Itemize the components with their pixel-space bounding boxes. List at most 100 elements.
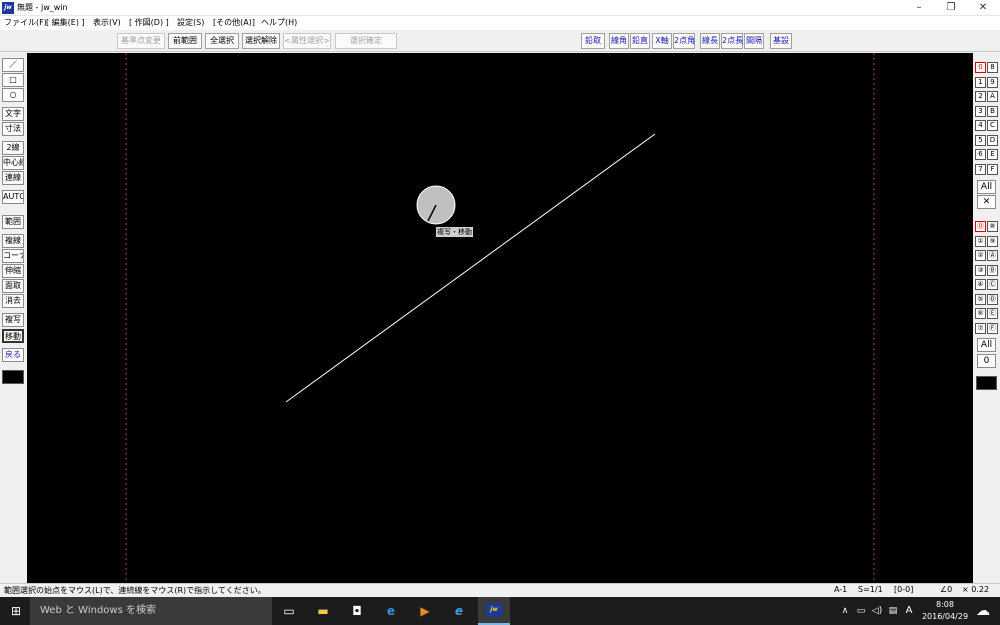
jw-cad-taskbar-button[interactable]: jw bbox=[478, 597, 510, 625]
x-axis-button[interactable]: X軸 bbox=[652, 33, 672, 49]
tool-continuous-line[interactable]: 連線 bbox=[2, 171, 24, 185]
tool-line[interactable]: ／ bbox=[2, 58, 24, 72]
clock-date[interactable]: 2016/04/29 bbox=[920, 612, 970, 621]
layer-zero-button[interactable]: 0 bbox=[977, 354, 996, 368]
task-view-icon[interactable]: ▭ bbox=[280, 602, 298, 620]
close-button[interactable]: ✕ bbox=[968, 0, 998, 16]
layer-button-4[interactable]: ② bbox=[975, 250, 986, 261]
layer-cross-button[interactable]: ✕ bbox=[977, 195, 996, 209]
drawn-line[interactable] bbox=[285, 133, 656, 403]
tool-copy[interactable]: 複写 bbox=[2, 313, 24, 327]
tool-circle[interactable]: ○ bbox=[2, 88, 24, 102]
layer-group-button-14[interactable]: 7 bbox=[975, 163, 986, 175]
layer-group-button-3[interactable]: 9 bbox=[987, 76, 998, 88]
prev-range-button[interactable]: 前範囲 bbox=[168, 33, 202, 49]
menu-help[interactable]: ヘルプ(H) bbox=[261, 17, 297, 28]
tool-text[interactable]: 文字 bbox=[2, 107, 24, 121]
tool-corner[interactable]: コーナー bbox=[2, 249, 24, 263]
status-layer[interactable]: [0-0] bbox=[894, 585, 913, 594]
layer-button-3[interactable]: ⑨ bbox=[987, 235, 998, 247]
tool-stretch[interactable]: 伸縮 bbox=[2, 264, 24, 278]
menu-settings[interactable]: 設定(S) bbox=[177, 17, 204, 28]
menu-edit[interactable]: [ 編集(E) ] bbox=[46, 17, 85, 28]
tool-offset[interactable]: 複線 bbox=[2, 234, 24, 248]
layer-group-button-9[interactable]: C bbox=[987, 120, 998, 131]
menu-view[interactable]: 表示(V) bbox=[93, 17, 121, 28]
tool-auto[interactable]: AUTO bbox=[2, 190, 24, 204]
minimize-button[interactable]: – bbox=[904, 0, 934, 16]
deselect-button[interactable]: 選択解除 bbox=[242, 33, 280, 49]
tool-center-line[interactable]: 中心線 bbox=[2, 156, 24, 170]
line-style-swatch[interactable] bbox=[2, 370, 24, 384]
layer-button-1[interactable]: ⑧ bbox=[987, 221, 998, 232]
two-point-angle-button[interactable]: 2点角 bbox=[673, 33, 695, 49]
drawing-canvas[interactable]: 複写・移動 bbox=[27, 53, 973, 583]
store-icon[interactable]: ◘ bbox=[348, 602, 366, 620]
windows-start-icon[interactable]: ⊞ bbox=[7, 602, 25, 620]
layer-button-15[interactable]: Ⓕ bbox=[987, 322, 998, 334]
layer-group-button-7[interactable]: B bbox=[987, 105, 998, 117]
line-angle-button[interactable]: 線角 bbox=[609, 33, 629, 49]
layer-all-button[interactable]: All bbox=[977, 180, 996, 194]
ime-indicator[interactable]: A bbox=[900, 602, 918, 620]
internet-explorer-icon[interactable]: e bbox=[450, 602, 468, 620]
layer-group-button-2[interactable]: 1 bbox=[975, 76, 986, 88]
layer-group-button-11[interactable]: D bbox=[987, 134, 998, 146]
attribute-select-button[interactable]: <属性選択> bbox=[283, 33, 331, 49]
base-setting-button[interactable]: 基設 bbox=[770, 33, 792, 49]
layer-group-button-15[interactable]: F bbox=[987, 163, 998, 175]
layer-button-6[interactable]: ③ bbox=[975, 264, 986, 276]
layer-button-9[interactable]: Ⓒ bbox=[987, 279, 998, 290]
menu-file[interactable]: ファイル(F) bbox=[4, 17, 47, 28]
snap-lead-button[interactable]: 鉛取 bbox=[581, 33, 605, 49]
layer-button-13[interactable]: Ⓔ bbox=[987, 308, 998, 319]
layer-group-button-4[interactable]: 2 bbox=[975, 91, 986, 102]
file-explorer-icon[interactable]: ▬ bbox=[314, 602, 332, 620]
layer-button-8[interactable]: ④ bbox=[975, 279, 986, 290]
layer-button-7[interactable]: Ⓑ bbox=[987, 264, 998, 276]
menu-other[interactable]: [その他(A)] bbox=[213, 17, 255, 28]
menu-draw[interactable]: [ 作図(D) ] bbox=[129, 17, 169, 28]
edge-icon[interactable]: e bbox=[382, 602, 400, 620]
layer-button-12[interactable]: ⑥ bbox=[975, 308, 986, 319]
taskbar-search-input[interactable]: Web と Windows を検索 bbox=[30, 597, 272, 625]
restore-button[interactable]: ❐ bbox=[936, 0, 966, 16]
select-all-button[interactable]: 全選択 bbox=[205, 33, 239, 49]
tool-range[interactable]: 範囲 bbox=[2, 215, 24, 229]
layer-group-button-8[interactable]: 4 bbox=[975, 120, 986, 131]
layer-button-11[interactable]: Ⓓ bbox=[987, 293, 998, 305]
layer-line-swatch[interactable] bbox=[976, 376, 997, 390]
status-scale[interactable]: S=1/1 bbox=[858, 585, 883, 594]
status-angle[interactable]: ∠0 bbox=[940, 585, 952, 594]
layer-group-button-5[interactable]: A bbox=[987, 91, 998, 102]
status-zoom[interactable]: × 0.22 bbox=[962, 585, 989, 594]
tool-double-line[interactable]: 2線 bbox=[2, 141, 24, 155]
layer-button-0[interactable]: ⓪ bbox=[975, 221, 986, 232]
layer-group-button-1[interactable]: 8 bbox=[987, 62, 998, 73]
tool-chamfer[interactable]: 面取 bbox=[2, 279, 24, 293]
clock-time[interactable]: 8:08 bbox=[920, 600, 970, 609]
interval-button[interactable]: 間隔 bbox=[744, 33, 764, 49]
tool-undo[interactable]: 戻る bbox=[2, 348, 24, 362]
layer-group-button-6[interactable]: 3 bbox=[975, 105, 986, 117]
tool-rectangle[interactable]: □ bbox=[2, 73, 24, 87]
base-point-button[interactable]: 基準点変更 bbox=[117, 33, 165, 49]
layer-group-button-0[interactable]: 0 bbox=[975, 62, 986, 73]
weather-cloud-icon[interactable]: ☁ bbox=[974, 602, 992, 620]
layer-button-2[interactable]: ① bbox=[975, 235, 986, 247]
status-paper[interactable]: A-1 bbox=[834, 585, 847, 594]
layer-group-button-12[interactable]: 6 bbox=[975, 149, 986, 160]
layer-button-14[interactable]: ⑦ bbox=[975, 322, 986, 334]
confirm-selection-button[interactable]: 選択確定 bbox=[335, 33, 397, 49]
layer-button-10[interactable]: ⑤ bbox=[975, 293, 986, 305]
tool-erase[interactable]: 消去 bbox=[2, 294, 24, 308]
media-player-icon[interactable]: ▶ bbox=[416, 602, 434, 620]
layer-button-5[interactable]: Ⓐ bbox=[987, 250, 998, 261]
line-length-button[interactable]: 線長 bbox=[700, 33, 720, 49]
layer-all2-button[interactable]: All bbox=[977, 338, 996, 352]
vertical-button[interactable]: 鉛直 bbox=[630, 33, 650, 49]
two-point-length-button[interactable]: 2点長 bbox=[721, 33, 743, 49]
tool-dimension[interactable]: 寸法 bbox=[2, 122, 24, 136]
layer-group-button-10[interactable]: 5 bbox=[975, 134, 986, 146]
layer-group-button-13[interactable]: E bbox=[987, 149, 998, 160]
